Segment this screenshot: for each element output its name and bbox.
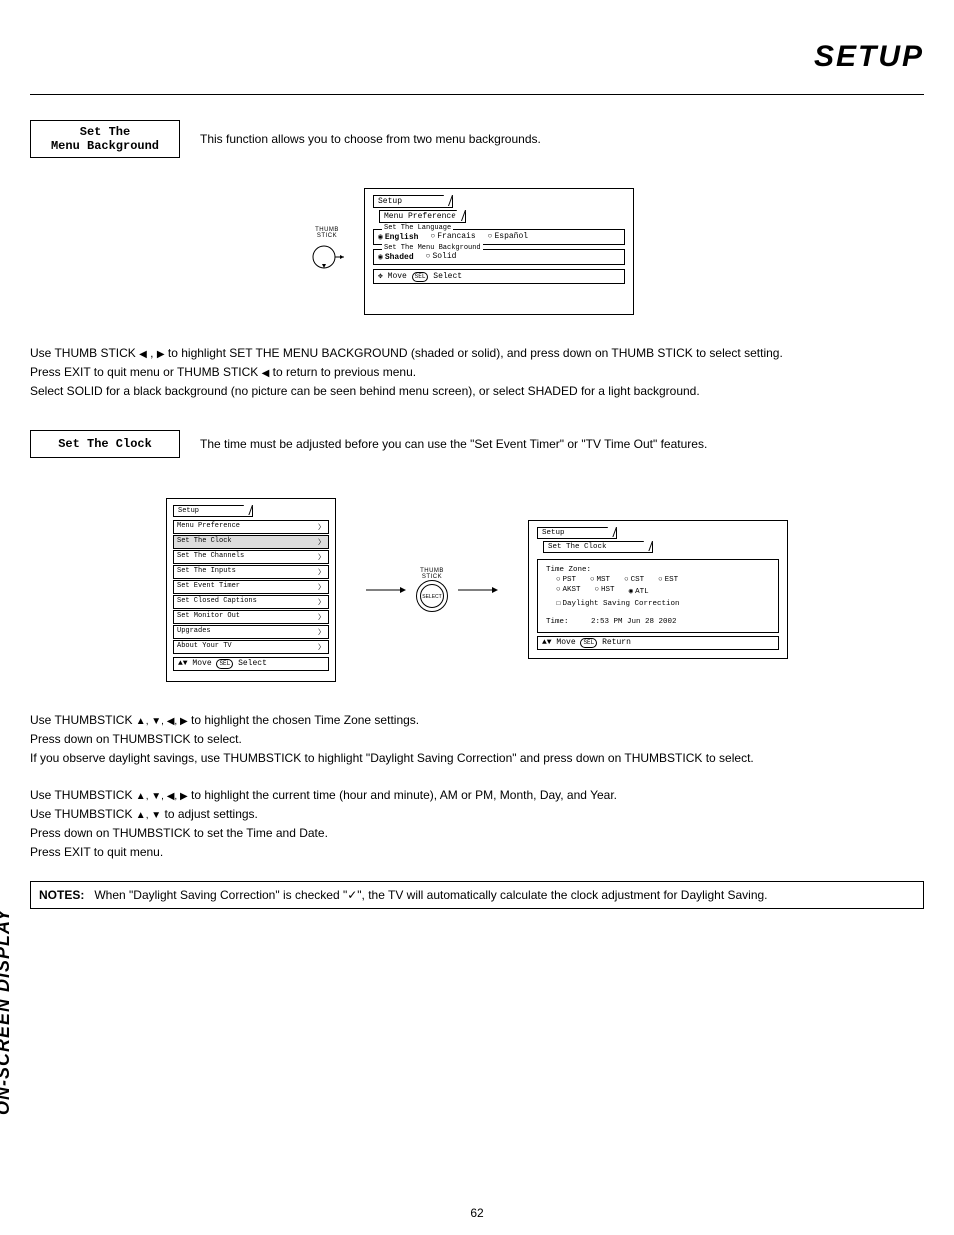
osd-background-group: Set The Menu Background Shaded Solid xyxy=(373,249,625,265)
osd-hint-bar: ▲▼ Move SEL Select xyxy=(173,657,329,671)
tz-pst[interactable]: PST xyxy=(556,576,576,584)
header-rule xyxy=(30,94,924,95)
page-title: SETUP xyxy=(30,40,924,74)
tz-hst[interactable]: HST xyxy=(595,586,615,596)
tz-atl[interactable]: ATL xyxy=(629,586,649,596)
notes-box: NOTES: When "Daylight Saving Correction"… xyxy=(30,881,924,909)
right-arrow-icon: ▶ xyxy=(157,349,165,360)
lang-francais[interactable]: Francais xyxy=(430,232,475,242)
list-item[interactable]: Set The Inputs〉 xyxy=(173,565,329,579)
thumbstick-label: THUMB STICK xyxy=(310,227,344,239)
tz-mst[interactable]: MST xyxy=(590,576,610,584)
list-item[interactable]: Set Event Timer〉 xyxy=(173,580,329,594)
list-item-selected[interactable]: Set The Clock〉 xyxy=(173,535,329,549)
instructions-menu-background: Use THUMB STICK ◀ , ▶ to highlight SET T… xyxy=(30,345,924,400)
bg-solid[interactable]: Solid xyxy=(426,252,457,262)
tz-cst[interactable]: CST xyxy=(624,576,644,584)
osd-tab-setup: Setup xyxy=(173,505,253,517)
diagram-menu-background: THUMB STICK Setup Menu Preferences Set T… xyxy=(310,188,924,315)
time-value: 2:53 PM Jun 28 2002 xyxy=(591,618,677,626)
time-label: Time: xyxy=(546,618,569,626)
list-item[interactable]: Upgrades〉 xyxy=(173,625,329,639)
list-item[interactable]: Set Closed Captions〉 xyxy=(173,595,329,609)
osd-tab-menu-prefs: Menu Preferences xyxy=(379,210,466,223)
timezone-label: Time Zone: xyxy=(546,566,770,574)
lang-espanol[interactable]: Español xyxy=(488,232,528,242)
section-heading-menu-background: Set The Menu Background xyxy=(30,120,180,158)
section2-intro: The time must be adjusted before you can… xyxy=(200,437,707,451)
list-item[interactable]: Set Monitor Out〉 xyxy=(173,610,329,624)
bg-shaded[interactable]: Shaded xyxy=(378,252,414,262)
instructions-set-clock: Use THUMBSTICK ▲, ▼, ◀, ▶ to highlight t… xyxy=(30,712,924,861)
osd-tab-setup: Setup xyxy=(537,527,617,539)
list-item[interactable]: About Your TV〉 xyxy=(173,640,329,654)
osd-hint-bar: ✥ Move SEL Select xyxy=(373,269,625,284)
osd-tab-setup: Setup xyxy=(373,195,453,208)
lang-english[interactable]: English xyxy=(378,232,418,242)
left-arrow-icon: ◀ xyxy=(139,349,147,360)
tz-akst[interactable]: AKST xyxy=(556,586,581,596)
sel-icon: SEL xyxy=(412,272,429,282)
spine-label: ON-SCREEN DISPLAY xyxy=(0,908,14,1115)
dst-checkbox[interactable]: Daylight Saving Correction xyxy=(556,598,680,608)
arrow-right-icon xyxy=(366,585,406,595)
tz-est[interactable]: EST xyxy=(658,576,678,584)
thumbstick-icon xyxy=(310,239,344,273)
osd-tab-set-clock: Set The Clock xyxy=(543,541,653,553)
page-number: 62 xyxy=(0,1206,954,1220)
section-heading-set-clock: Set The Clock xyxy=(30,430,180,458)
osd-hint-bar: ▲▼ Move SEL Return xyxy=(537,636,779,650)
notes-text: When "Daylight Saving Correction" is che… xyxy=(94,888,767,902)
osd-setup-list: Setup Menu Preference〉 Set The Clock〉 Se… xyxy=(166,498,336,682)
notes-label: NOTES: xyxy=(39,888,84,902)
move-icon: ✥ xyxy=(378,272,383,281)
list-item[interactable]: Set The Channels〉 xyxy=(173,550,329,564)
diagram-set-clock: Setup Menu Preference〉 Set The Clock〉 Se… xyxy=(30,498,924,682)
osd-set-clock: Setup Set The Clock Time Zone: PST MST C… xyxy=(528,520,788,659)
osd-language-group: Set The Language English Francais Españo… xyxy=(373,229,625,245)
arrow-right-icon xyxy=(458,585,498,595)
section1-intro: This function allows you to choose from … xyxy=(200,132,924,146)
list-item[interactable]: Menu Preference〉 xyxy=(173,520,329,534)
osd-menu-preferences: Setup Menu Preferences Set The Language … xyxy=(364,188,634,315)
select-button-icon: SELECT xyxy=(416,580,448,612)
thumbstick-label: THUMB STICK xyxy=(416,568,448,580)
